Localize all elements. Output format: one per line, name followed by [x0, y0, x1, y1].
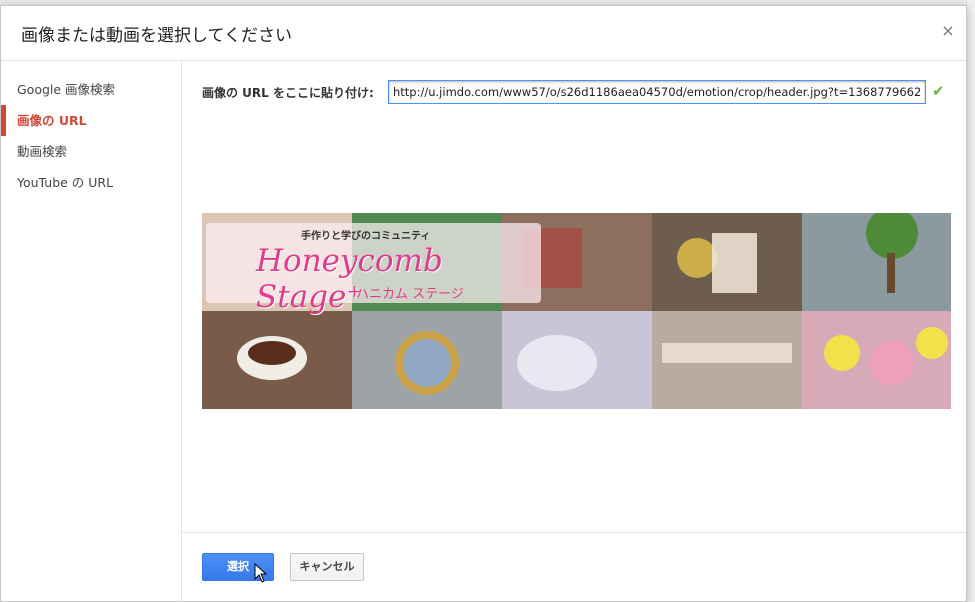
- preview-banner: 手作りと学びのコミュニティ Honeycomb Stage⁺ ハニカム ステージ: [206, 223, 541, 315]
- sidebar-item-video-search[interactable]: 動画検索: [1, 136, 181, 167]
- banner-title: Honeycomb Stage⁺: [256, 243, 443, 315]
- sidebar-item-youtube-url[interactable]: YouTube の URL: [1, 167, 181, 198]
- close-icon[interactable]: ×: [938, 21, 958, 41]
- checkmark-icon: ✔: [932, 82, 945, 100]
- dialog-title: 画像または動画を選択してください: [21, 26, 292, 46]
- sidebar-item-image-url[interactable]: 画像の URL: [1, 105, 181, 136]
- banner-kana: ハニカム ステージ: [356, 287, 464, 302]
- cancel-button[interactable]: キャンセル: [290, 553, 364, 581]
- image-preview: 手作りと学びのコミュニティ Honeycomb Stage⁺ ハニカム ステージ: [202, 213, 951, 409]
- url-label: 画像の URL をここに貼り付け:: [202, 86, 374, 100]
- dialog-footer: 選択 キャンセル: [182, 532, 966, 601]
- sidebar-item-google-image-search[interactable]: Google 画像検索: [1, 74, 181, 105]
- page-scrollbar[interactable]: [966, 0, 975, 602]
- banner-subtitle: 手作りと学びのコミュニティ: [301, 231, 431, 242]
- url-input[interactable]: [388, 80, 926, 104]
- dialog-titlebar: 画像または動画を選択してください ×: [1, 6, 966, 61]
- mouse-cursor-icon: [254, 563, 268, 583]
- image-picker-dialog: 画像または動画を選択してください × Google 画像検索 画像の URL 動…: [0, 5, 967, 602]
- main-panel: 画像の URL をここに貼り付け: ✔: [182, 61, 966, 601]
- sidebar: Google 画像検索 画像の URL 動画検索 YouTube の URL: [1, 61, 182, 601]
